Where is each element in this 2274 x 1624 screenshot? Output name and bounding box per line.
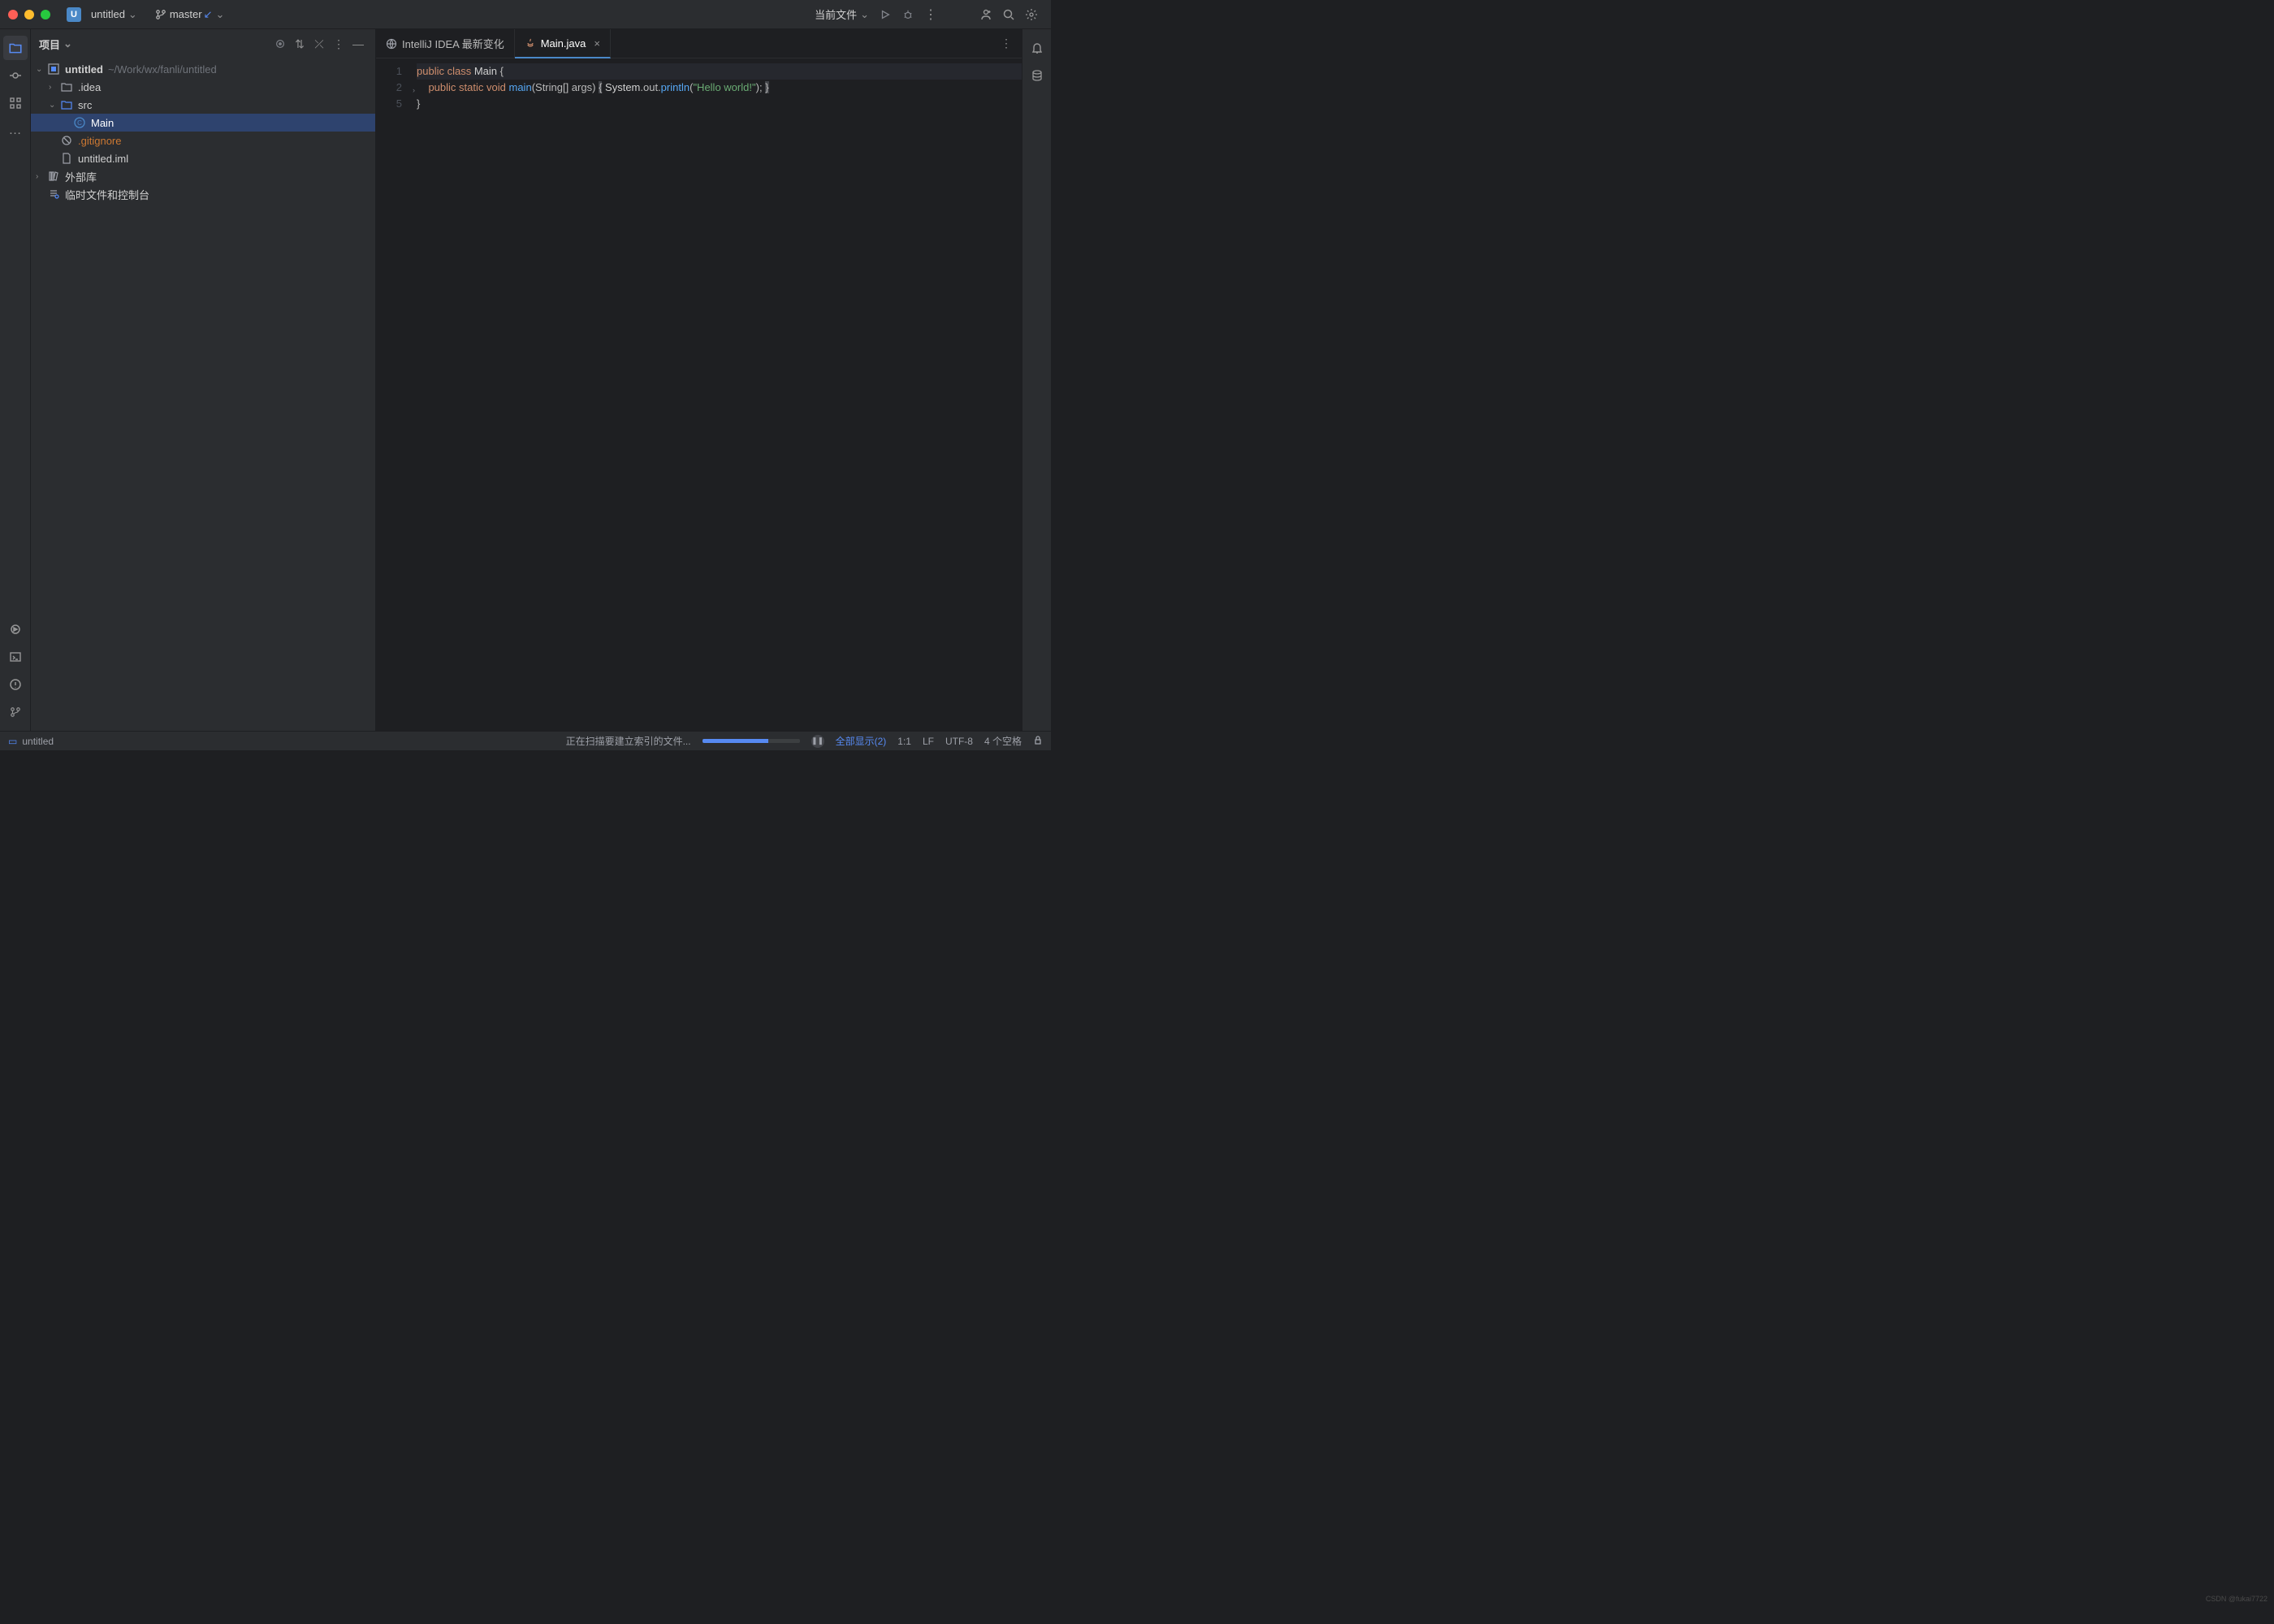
tree-external-libs[interactable]: › 外部库 (31, 167, 375, 185)
chevron-down-icon: ⌄ (63, 37, 72, 50)
tree-item-label: .idea (78, 81, 101, 93)
tree-root-path: ~/Work/wx/fanli/untitled (108, 63, 217, 76)
class-icon: C (73, 116, 86, 129)
line-ending-label[interactable]: LF (923, 736, 934, 747)
git-tool-button[interactable] (3, 700, 28, 724)
module-icon (47, 63, 60, 76)
lock-icon[interactable] (1033, 735, 1043, 747)
run-config-selector[interactable]: 当前文件 ⌄ (810, 3, 874, 25)
expand-all-button[interactable]: ⇅ (291, 35, 309, 53)
chevron-down-icon: ⌄ (860, 8, 869, 21)
tree-scratches[interactable]: 临时文件和控制台 (31, 185, 375, 203)
hide-panel-button[interactable]: — (349, 35, 367, 53)
encoding-label[interactable]: UTF-8 (945, 736, 973, 747)
terminal-tool-button[interactable] (3, 645, 28, 669)
line-number: 1 (376, 63, 417, 80)
editor-code-area[interactable]: public class Main { public static void m… (417, 58, 1022, 731)
run-button[interactable] (874, 3, 897, 26)
settings-button[interactable] (1020, 3, 1043, 26)
code-with-me-button[interactable] (975, 3, 997, 26)
editor-gutter[interactable]: 1 2› 5 (376, 58, 417, 731)
pause-indexing-button[interactable]: ❚❚ (811, 735, 824, 748)
module-indicator-icon: ▭ (8, 736, 17, 747)
tree-file-main[interactable]: C Main (31, 114, 375, 132)
source-folder-icon (60, 98, 73, 111)
tree-item-label: 临时文件和控制台 (65, 187, 149, 202)
select-opened-file-button[interactable] (271, 35, 289, 53)
tab-label: Main.java (541, 37, 586, 50)
maximize-window-icon[interactable] (41, 10, 50, 19)
window-controls[interactable] (8, 10, 50, 19)
tree-item-label: src (78, 99, 92, 111)
java-class-icon (525, 37, 536, 49)
more-actions-button[interactable]: ⋮ (919, 3, 942, 26)
tab-options-button[interactable]: ⋮ (997, 35, 1015, 53)
tree-root[interactable]: ⌄ untitled ~/Work/wx/fanli/untitled (31, 60, 375, 78)
services-tool-button[interactable] (3, 617, 28, 641)
close-window-icon[interactable] (8, 10, 18, 19)
collapse-all-button[interactable]: ⤫ (310, 35, 328, 53)
cursor-position-label[interactable]: 1:1 (897, 736, 911, 747)
project-badge: U (67, 7, 81, 22)
watermark-label: CSDN @fukai7722 (2206, 1595, 2268, 1603)
commit-tool-button[interactable] (3, 63, 28, 88)
tree-item-label: untitled.iml (78, 153, 128, 165)
structure-tool-button[interactable] (3, 91, 28, 115)
tree-item-label: Main (91, 117, 114, 129)
project-panel-title[interactable]: 项目 ⌄ (39, 37, 72, 52)
chevron-right-icon: › (49, 83, 60, 92)
project-selector[interactable]: untitled ⌄ (86, 5, 142, 24)
file-icon (60, 152, 73, 165)
tree-file-gitignore[interactable]: .gitignore (31, 132, 375, 149)
project-name-label: untitled (91, 8, 125, 20)
more-tools-button[interactable]: … (3, 119, 28, 143)
status-project-label[interactable]: untitled (22, 736, 54, 747)
scratch-icon (47, 188, 60, 201)
tab-whatsnew[interactable]: IntelliJ IDEA 最新变化 (376, 29, 515, 58)
tree-root-label: untitled (65, 63, 103, 76)
status-scan-label: 正在扫描要建立索引的文件... (566, 734, 691, 748)
chevron-down-icon: ⌄ (36, 65, 47, 74)
indexing-progress-bar[interactable] (703, 739, 800, 743)
run-config-label: 当前文件 (815, 6, 857, 22)
tree-file-iml[interactable]: untitled.iml (31, 149, 375, 167)
tree-item-label: 外部库 (65, 169, 97, 184)
chevron-down-icon: ⌄ (49, 101, 60, 110)
git-branch-icon (155, 9, 166, 20)
database-tool-button[interactable] (1025, 63, 1049, 88)
chevron-down-icon: ⌄ (215, 8, 224, 21)
ignore-icon (60, 134, 73, 147)
branch-selector[interactable]: master ↙ ⌄ (150, 5, 230, 24)
minimize-window-icon[interactable] (24, 10, 34, 19)
line-number: 2› (376, 80, 417, 96)
tree-folder-idea[interactable]: › .idea (31, 78, 375, 96)
branch-name-label: master (170, 8, 202, 20)
project-tool-button[interactable] (3, 36, 28, 60)
library-icon (47, 170, 60, 183)
tree-folder-src[interactable]: ⌄ src (31, 96, 375, 114)
show-all-link[interactable]: 全部显示(2) (836, 734, 887, 748)
folder-icon (60, 80, 73, 93)
line-number: 5 (376, 96, 417, 112)
tree-item-label: .gitignore (78, 135, 121, 147)
svg-text:C: C (77, 119, 82, 127)
search-button[interactable] (997, 3, 1020, 26)
incoming-arrow-icon: ↙ (204, 8, 213, 21)
indent-label[interactable]: 4 个空格 (984, 734, 1022, 748)
chevron-right-icon: › (36, 172, 47, 181)
globe-icon (386, 38, 397, 50)
tab-main-java[interactable]: Main.java × (515, 29, 611, 58)
tab-label: IntelliJ IDEA 最新变化 (402, 36, 504, 51)
panel-options-button[interactable]: ⋮ (330, 35, 348, 53)
close-tab-icon[interactable]: × (594, 37, 600, 50)
problems-tool-button[interactable] (3, 672, 28, 697)
debug-button[interactable] (897, 3, 919, 26)
notifications-button[interactable] (1025, 36, 1049, 60)
chevron-down-icon: ⌄ (128, 8, 137, 21)
